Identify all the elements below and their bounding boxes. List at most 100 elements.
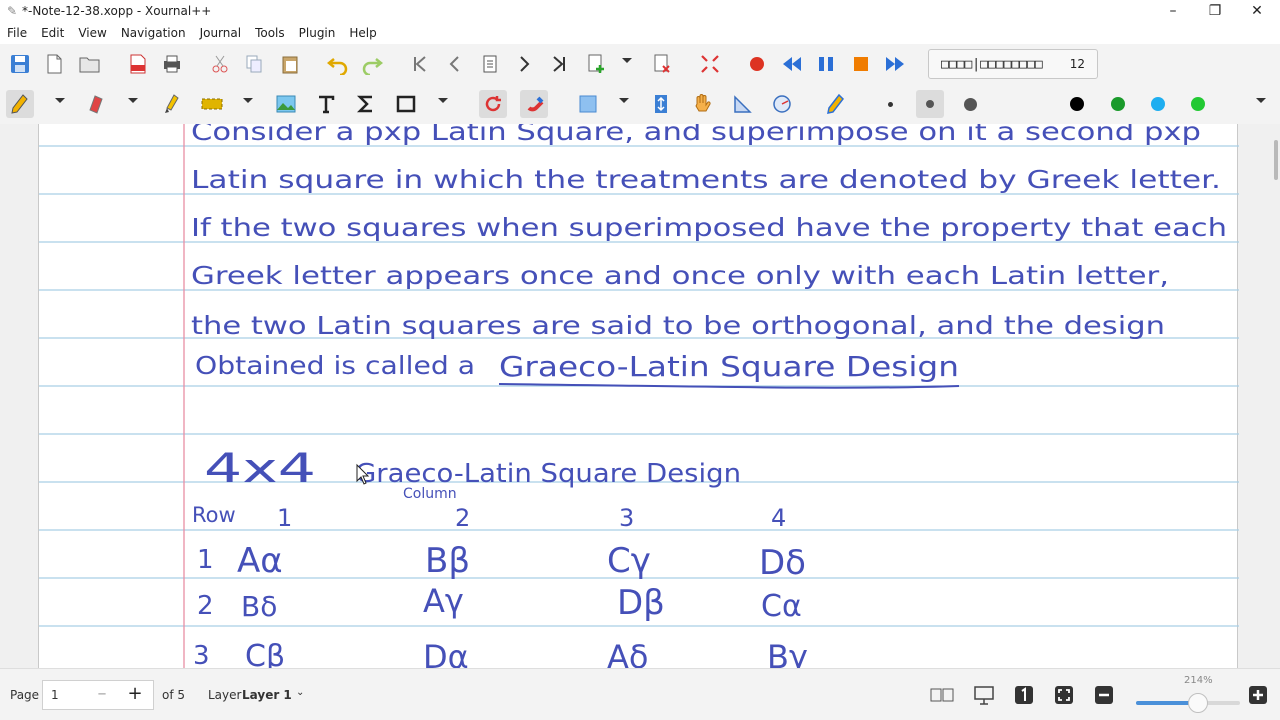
zoom-out-button[interactable] (1090, 681, 1118, 709)
eraser-dropdown-icon[interactable] (128, 98, 138, 103)
pause-button[interactable] (812, 50, 840, 78)
menu-journal[interactable]: Journal (193, 26, 249, 40)
close-button[interactable]: ✕ (1236, 0, 1278, 22)
copy-button[interactable] (240, 50, 268, 78)
menu-plugin[interactable]: Plugin (292, 26, 343, 40)
next-page-button[interactable] (510, 50, 538, 78)
hand-icon (695, 94, 711, 112)
cell-r1-c1: Aα (237, 541, 283, 581)
note-page[interactable]: Consider a pxp Latin Square, and superim… (38, 124, 1239, 668)
cell-r2-c4: Cα (761, 589, 802, 624)
zoom-100-button[interactable] (1010, 681, 1038, 709)
paste-button[interactable] (276, 50, 304, 78)
layer-dropdown-icon[interactable]: ⌄ (296, 687, 304, 698)
color-green-button[interactable] (1104, 90, 1132, 118)
export-pdf-button[interactable] (124, 50, 152, 78)
vertical-scrollbar[interactable] (1274, 140, 1278, 180)
fullscreen-button[interactable] (696, 50, 724, 78)
color-lime-button[interactable] (1184, 90, 1212, 118)
default-tool-button[interactable] (822, 90, 850, 118)
menu-tools[interactable]: Tools (248, 26, 292, 40)
compass-button[interactable] (768, 90, 796, 118)
ruler-toggle-button[interactable] (479, 90, 507, 118)
menu-view[interactable]: View (71, 26, 113, 40)
record-button[interactable] (743, 50, 771, 78)
select-dropdown-icon[interactable] (243, 98, 253, 103)
text-tool-button[interactable] (312, 90, 340, 118)
record-icon (750, 57, 764, 71)
fill-button[interactable] (574, 90, 602, 118)
pen-size-large-button[interactable] (956, 90, 984, 118)
image-tool-button[interactable] (272, 90, 300, 118)
note-line-5: the two Latin squares are said to be ort… (191, 311, 1165, 340)
page-selector-count: 12 (1069, 57, 1085, 71)
minimize-button[interactable]: – (1152, 0, 1194, 22)
maximize-button[interactable]: ❐ (1194, 0, 1236, 22)
previous-page-button[interactable] (441, 50, 469, 78)
save-icon (11, 55, 29, 73)
zoom-in-button[interactable] (1244, 681, 1272, 709)
zoom-slider-handle[interactable] (1188, 693, 1209, 713)
rewind-button[interactable] (778, 50, 806, 78)
color-picker-button[interactable] (1010, 90, 1038, 118)
page-selector[interactable]: □□□□|□□□□□□□□ 12 (928, 49, 1098, 79)
layer-label: Layer (208, 688, 242, 702)
rectangle-icon (396, 95, 416, 113)
print-button[interactable] (158, 50, 186, 78)
fast-forward-button[interactable] (881, 50, 909, 78)
toolbar-overflow-icon[interactable] (1256, 98, 1266, 103)
open-button[interactable] (76, 50, 104, 78)
last-page-button[interactable] (545, 50, 573, 78)
shape-tool-button[interactable] (392, 90, 420, 118)
note-line-4: Greek letter appears once and once only … (191, 261, 1169, 290)
delete-page-icon (654, 54, 670, 73)
redo-button[interactable] (358, 50, 386, 78)
save-button[interactable] (6, 50, 34, 78)
layer-selector[interactable]: Layer 1 (242, 688, 292, 702)
pen-dropdown-icon[interactable] (55, 98, 65, 103)
zoom-fit-button[interactable] (1050, 681, 1078, 709)
pair-pages-button[interactable] (928, 681, 956, 709)
fast-forward-icon (886, 57, 904, 71)
undo-button[interactable] (324, 50, 352, 78)
chevron-left-icon (449, 56, 459, 72)
set-square-button[interactable] (728, 90, 756, 118)
pen-size-small-button[interactable] (876, 90, 904, 118)
delete-page-button[interactable] (648, 50, 676, 78)
insert-page-button[interactable] (582, 50, 610, 78)
presentation-mode-button[interactable] (970, 681, 998, 709)
menu-help[interactable]: Help (342, 26, 383, 40)
fill-icon (579, 95, 597, 113)
page-decrement-button[interactable]: – (86, 680, 118, 710)
main-toolbar: □□□□|□□□□□□□□ 12 (0, 44, 1280, 84)
cell-r1-c4: Dδ (759, 543, 806, 583)
highlighter-tool-button[interactable] (158, 90, 186, 118)
document-canvas[interactable]: Consider a pxp Latin Square, and superim… (0, 124, 1280, 668)
cut-button[interactable] (206, 50, 234, 78)
shape-dropdown-icon[interactable] (438, 98, 448, 103)
first-page-button[interactable] (406, 50, 434, 78)
eraser-tool-button[interactable] (84, 90, 112, 118)
menu-file[interactable]: File (0, 26, 34, 40)
insert-page-dropdown-icon[interactable] (622, 58, 632, 63)
color-picker-icon (1017, 96, 1025, 112)
vertical-space-button[interactable] (647, 90, 675, 118)
page-increment-button[interactable]: + (119, 680, 151, 710)
hand-tool-button[interactable] (688, 90, 716, 118)
cell-r2-c2: Aγ (423, 582, 464, 620)
fill-dropdown-icon[interactable] (619, 98, 629, 103)
grid-snap-button[interactable] (520, 90, 548, 118)
menu-navigation[interactable]: Navigation (114, 26, 193, 40)
color-black-button[interactable] (1063, 90, 1091, 118)
row-1-number: 1 (197, 545, 214, 575)
pen-tool-button[interactable] (6, 90, 34, 118)
zoom-one-icon (1015, 686, 1033, 704)
new-document-button[interactable] (40, 50, 68, 78)
math-tool-button[interactable] (352, 90, 380, 118)
pen-size-medium-button[interactable] (916, 90, 944, 118)
menu-edit[interactable]: Edit (34, 26, 71, 40)
stop-button[interactable] (847, 50, 875, 78)
select-tool-button[interactable] (198, 90, 226, 118)
goto-page-button[interactable] (476, 50, 504, 78)
color-cyan-button[interactable] (1144, 90, 1172, 118)
